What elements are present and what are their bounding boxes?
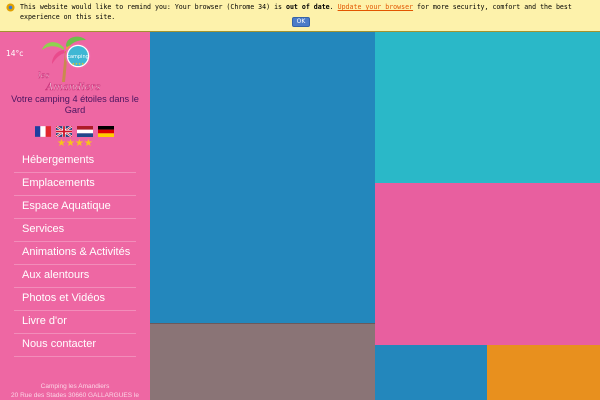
flag-de-icon[interactable] <box>98 126 114 137</box>
address-line-1: Camping les Amandiers <box>40 383 110 390</box>
tile-blue-large[interactable] <box>150 32 375 323</box>
campsite-address: Camping les Amandiers 20 Rue des Stades … <box>0 382 150 400</box>
menu-item-livre-dor[interactable]: Livre d'or <box>14 311 136 334</box>
svg-text:★★★★: ★★★★ <box>72 62 85 66</box>
site-tagline: Votre camping 4 étoiles dans le Gard <box>11 94 139 115</box>
camping-logo[interactable]: camping ★★★★ les Amandiers <box>36 34 114 92</box>
tile-teal[interactable] <box>375 32 600 183</box>
flag-fr-icon[interactable] <box>35 126 51 137</box>
tile-blue-small[interactable] <box>375 345 487 400</box>
tile-taupe[interactable] <box>150 323 375 400</box>
banner-text-before: This website would like to remind you: Y… <box>20 3 286 11</box>
address-line-2: 20 Rue des Stades 30660 GALLARGUES le <box>11 392 139 399</box>
update-browser-link[interactable]: Update your browser <box>338 3 413 11</box>
logo-les-text: les <box>38 71 49 80</box>
logo-amandiers-text: Amandiers <box>45 82 101 92</box>
tile-orange[interactable] <box>487 345 600 400</box>
menu-item-animations-activites[interactable]: Animations & Activités <box>14 242 136 265</box>
tile-pink[interactable] <box>375 183 600 345</box>
menu-item-espace-aquatique[interactable]: Espace Aquatique <box>14 196 136 219</box>
flag-nl-icon[interactable] <box>77 126 93 137</box>
menu-item-services[interactable]: Services <box>14 219 136 242</box>
rating-stars: ★★★★ <box>57 138 93 149</box>
banner-out-of-date: out of date <box>285 3 330 11</box>
browser-update-banner: This website would like to remind you: Y… <box>0 0 600 32</box>
menu-item-nous-contacter[interactable]: Nous contacter <box>14 334 136 357</box>
banner-text-mid: . <box>329 3 338 11</box>
language-switcher <box>35 126 114 137</box>
sidebar: 14°c camping ★★★★ les Amandiers Votre ca… <box>0 32 150 400</box>
temperature-readout: 14°c <box>6 49 24 58</box>
browser-warning-icon <box>6 3 15 12</box>
main-menu: Hébergements Emplacements Espace Aquatiq… <box>14 150 136 357</box>
logo-camping-text: camping <box>67 54 89 60</box>
banner-ok-button[interactable]: OK <box>292 17 310 27</box>
flag-en-icon[interactable] <box>56 126 72 137</box>
menu-item-aux-alentours[interactable]: Aux alentours <box>14 265 136 288</box>
menu-item-photos-videos[interactable]: Photos et Vidéos <box>14 288 136 311</box>
menu-item-emplacements[interactable]: Emplacements <box>14 173 136 196</box>
menu-item-hebergements[interactable]: Hébergements <box>14 150 136 173</box>
